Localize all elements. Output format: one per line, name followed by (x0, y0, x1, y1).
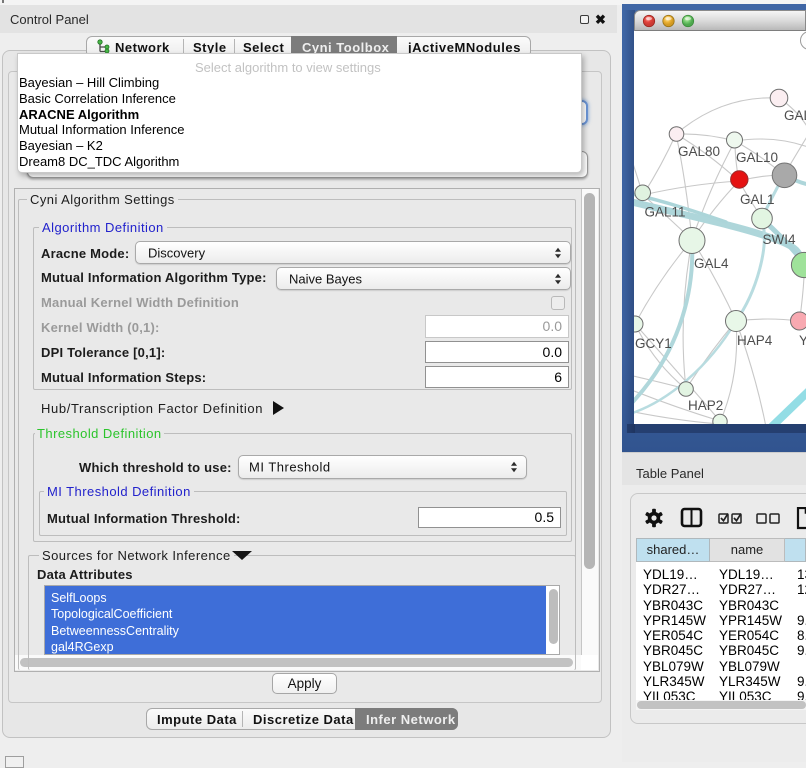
svg-text:GAL4: GAL4 (694, 256, 729, 271)
svg-text:HAP2: HAP2 (688, 398, 723, 413)
svg-text:HAP4: HAP4 (737, 333, 773, 348)
svg-text:GAL10: GAL10 (736, 150, 778, 165)
svg-text:GAL2: GAL2 (784, 108, 806, 123)
svg-text:GAL1: GAL1 (740, 192, 775, 207)
svg-text:SWI4: SWI4 (763, 232, 796, 247)
svg-text:GCY1: GCY1 (635, 336, 672, 351)
svg-text:GAL80: GAL80 (678, 144, 720, 159)
svg-text:Y: Y (799, 333, 806, 348)
svg-text:GAL11: GAL11 (645, 205, 686, 220)
